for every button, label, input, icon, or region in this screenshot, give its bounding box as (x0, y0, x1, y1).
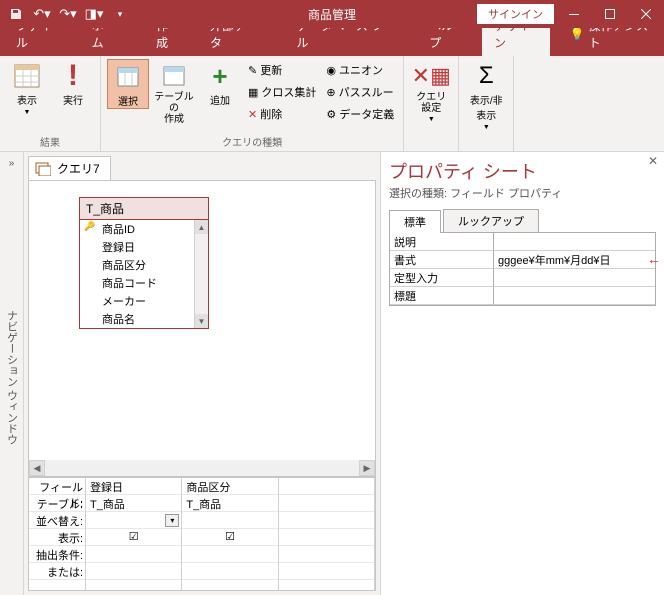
save-icon[interactable] (4, 2, 28, 26)
prop-tab-lookup[interactable]: ルックアップ (443, 209, 539, 232)
group-results-label: 結果 (6, 133, 94, 150)
delete-icon: ✕ (248, 108, 257, 121)
field-item[interactable]: 商品区分 (80, 256, 208, 274)
minimize-button[interactable] (556, 0, 592, 28)
grid-show-checkbox[interactable]: ☑ (86, 529, 181, 546)
table-scrollbar[interactable]: ▲ ▼ (194, 220, 208, 328)
grid-show-checkbox[interactable]: ☑ (182, 529, 277, 546)
maximize-button[interactable] (592, 0, 628, 28)
prop-label-inputmask: 定型入力 (390, 269, 494, 287)
prop-value-inputmask[interactable] (494, 269, 655, 287)
prop-label-description: 説明 (390, 233, 494, 251)
group-querytype-label: クエリの種類 (107, 133, 397, 150)
make-table-icon (160, 62, 188, 90)
union-button[interactable]: ◉ユニオン (323, 59, 397, 81)
grid-cell[interactable]: T_商品 (182, 495, 277, 512)
grid-cell[interactable] (279, 563, 374, 580)
grid-cell[interactable] (279, 512, 374, 529)
union-icon: ◉ (326, 64, 336, 77)
grid-cell[interactable] (86, 546, 181, 563)
grid-cell[interactable] (182, 512, 277, 529)
field-item[interactable]: 商品コード (80, 274, 208, 292)
grid-label-table: テーブル: (29, 495, 85, 512)
grid-label-or: または: (29, 563, 85, 580)
qat-customize-icon[interactable]: ▾ (108, 2, 132, 26)
nav-pane[interactable]: » ナビゲーション ウィンドウ (0, 152, 24, 595)
select-icon (114, 63, 142, 91)
close-icon[interactable]: ✕ (648, 154, 658, 168)
undo-icon[interactable]: ↶▾ (30, 2, 54, 26)
crosstab-icon: ▦ (248, 86, 258, 99)
grid-cell[interactable] (182, 563, 277, 580)
make-table-button[interactable]: テーブルの 作成 (153, 59, 195, 125)
grid-cell[interactable]: 商品区分 (182, 478, 277, 495)
grid-cell[interactable] (182, 546, 277, 563)
field-item[interactable]: 商品名 (80, 310, 208, 328)
grid-label-field: フィールド: (29, 478, 85, 495)
grid-label-sort: 並べ替え: (29, 512, 85, 529)
grid-label-criteria: 抽出条件: (29, 546, 85, 563)
grid-cell[interactable]: 登録日 (86, 478, 181, 495)
passthrough-icon: ⊕ (326, 86, 335, 99)
table-box[interactable]: T_商品 商品ID 登録日 商品区分 商品コード メーカー 商品名 ▲ ▼ (79, 197, 209, 329)
chevron-right-icon: » (9, 158, 15, 169)
passthrough-button[interactable]: ⊕パススルー (323, 81, 397, 103)
scroll-down-icon[interactable]: ▼ (195, 314, 208, 328)
prop-label-caption: 標題 (390, 287, 494, 305)
arrow-indicator-icon: ← (647, 253, 661, 265)
view-button[interactable]: 表示▼ (6, 59, 48, 116)
update-icon: ✎ (248, 64, 257, 77)
grid-cell[interactable]: T_商品 (86, 495, 181, 512)
nav-title: ナビゲーション ウィンドウ (4, 310, 20, 445)
run-button[interactable]: ! 実行 (52, 59, 94, 107)
grid-label-show: 表示: (29, 529, 85, 546)
grid-cell[interactable] (279, 546, 374, 563)
datadef-icon: ⚙ (326, 108, 336, 121)
select-query-button[interactable]: 選択 (107, 59, 149, 109)
grid-cell[interactable] (279, 495, 374, 512)
delete-button[interactable]: ✕削除 (245, 103, 319, 125)
append-icon: + (206, 62, 234, 90)
scroll-right-icon[interactable]: ▶ (359, 460, 375, 476)
field-item[interactable]: メーカー (80, 292, 208, 310)
close-button[interactable] (628, 0, 664, 28)
update-button[interactable]: ✎更新 (245, 59, 319, 81)
append-button[interactable]: + 追加 (199, 59, 241, 107)
query-settings-button[interactable]: ✕▦ クエリ 設定▼ (410, 59, 452, 123)
grid-show-checkbox[interactable] (279, 529, 374, 546)
h-scrollbar[interactable]: ◀ ▶ (29, 460, 375, 476)
scroll-left-icon[interactable]: ◀ (29, 460, 45, 476)
bulb-icon: 💡 (570, 27, 585, 41)
settings-icon: ✕▦ (417, 62, 445, 90)
query-tab[interactable]: クエリ7 (28, 156, 111, 180)
app-title: 商品管理 (308, 6, 356, 23)
table-title: T_商品 (80, 198, 208, 220)
property-sheet-subtitle: 選択の種類: フィールド プロパティ (389, 185, 656, 201)
property-sheet-title: プロパティ シート (389, 156, 656, 185)
dropdown-icon[interactable]: ▾ (165, 514, 179, 527)
redo-icon[interactable]: ↷▾ (56, 2, 80, 26)
prop-value-format[interactable]: gggee¥年mm¥月dd¥日 ← (494, 251, 655, 269)
datasheet-icon (13, 62, 41, 90)
grid-cell[interactable] (86, 563, 181, 580)
datadef-button[interactable]: ⚙データ定義 (323, 103, 397, 125)
grid-cell[interactable] (279, 478, 374, 495)
showhide-button[interactable]: Σ 表示/非表示▼ (465, 59, 507, 131)
prop-value-description[interactable] (494, 233, 655, 251)
field-item[interactable]: 登録日 (80, 238, 208, 256)
sigma-icon: Σ (472, 62, 500, 90)
qat-more-icon[interactable]: ◨▾ (82, 2, 106, 26)
crosstab-button[interactable]: ▦クロス集計 (245, 81, 319, 103)
prop-tab-general[interactable]: 標準 (389, 210, 441, 233)
signin-button[interactable]: サインイン (477, 4, 554, 24)
grid-cell[interactable]: ▾ (86, 512, 181, 529)
field-item[interactable]: 商品ID (80, 220, 208, 238)
query-icon (35, 162, 51, 176)
scroll-up-icon[interactable]: ▲ (195, 220, 208, 234)
prop-label-format: 書式 (390, 251, 494, 269)
run-icon: ! (59, 62, 87, 90)
prop-value-caption[interactable] (494, 287, 655, 305)
